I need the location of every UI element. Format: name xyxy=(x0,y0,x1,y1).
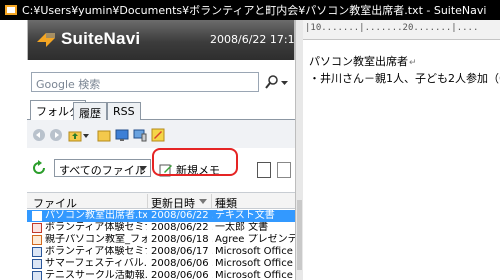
app-header: SuiteNavi 2008/6/22 17:15 xyxy=(27,20,295,60)
presentation-file-icon xyxy=(32,235,42,245)
tab-bar: フォルダ 履歴 RSS xyxy=(27,100,295,121)
file-row[interactable]: サマーフェスティバル... 2008/06/06 ... Microsoft O… xyxy=(27,258,295,270)
computer-icon[interactable] xyxy=(133,128,147,142)
app-icon xyxy=(5,5,17,15)
editor-pane[interactable]: |10.......|.......20.......|.... パソコン教室出… xyxy=(303,20,500,280)
forward-icon[interactable] xyxy=(49,128,63,142)
word-file-icon xyxy=(32,259,42,269)
chevron-down-icon xyxy=(281,80,288,85)
window-titlebar: C:¥Users¥yumin¥Documents¥ボランティアと町内会¥パソコン… xyxy=(0,0,500,20)
app-brand: SuiteNavi xyxy=(61,29,141,48)
file-row[interactable]: ボランティア体験セミナ... 2008/06/17 ... Microsoft … xyxy=(27,246,295,258)
word-file-icon xyxy=(32,271,42,280)
highlight-annotation xyxy=(152,148,238,176)
sort-down-icon xyxy=(199,199,207,204)
column-divider[interactable] xyxy=(211,194,212,208)
column-divider[interactable] xyxy=(147,194,148,208)
folder-icon[interactable] xyxy=(97,128,111,142)
view-details-icon[interactable] xyxy=(257,162,271,178)
scrollbar-thumb[interactable] xyxy=(297,200,302,270)
file-row[interactable]: テニスサークル活動報... 2008/06/06 ... Microsoft O… xyxy=(27,270,295,280)
file-list-header: ファイル 更新日時 種類 xyxy=(27,193,295,211)
suitenavi-logo-icon xyxy=(37,33,55,47)
chevron-down-icon xyxy=(139,166,147,171)
file-list: ファイル 更新日時 種類 パソコン教室出席者.txt 2008/06/22 ..… xyxy=(27,192,295,280)
column-header-file[interactable]: ファイル xyxy=(33,195,77,211)
column-header-modified[interactable]: 更新日時 xyxy=(151,195,195,211)
search-placeholder: Google 検索 xyxy=(36,78,101,91)
column-header-type[interactable]: 種類 xyxy=(215,195,237,211)
search-input[interactable]: Google 検索 xyxy=(31,72,259,92)
word-file-icon xyxy=(32,247,42,257)
editor-ruler: |10.......|.......20.......|.... xyxy=(303,20,500,40)
suitenavi-panel: SuiteNavi 2008/6/22 17:15 Google 検索 フォルダ… xyxy=(27,20,295,280)
back-icon[interactable] xyxy=(32,128,46,142)
return-mark: ↵ xyxy=(409,58,417,68)
refresh-icon[interactable] xyxy=(32,160,46,176)
editor-line[interactable]: ・井川さん－親1人、子ども2人参加（6/22TE xyxy=(309,70,500,86)
editor-line[interactable]: パソコン教室出席者↵ xyxy=(309,53,417,69)
chevron-down-icon[interactable] xyxy=(82,128,90,142)
ichitaro-file-icon xyxy=(32,223,42,233)
file-row[interactable]: 親子パソコン教室_フォ... 2008/06/18 ... Agree プレゼン… xyxy=(27,234,295,246)
window-title: C:¥Users¥yumin¥Documents¥ボランティアと町内会¥パソコン… xyxy=(22,4,487,17)
text-file-icon xyxy=(32,211,42,221)
favorite-icon[interactable] xyxy=(151,128,165,142)
view-preview-icon[interactable] xyxy=(277,162,291,178)
file-filter-select[interactable]: すべてのファイル xyxy=(54,159,151,177)
file-toolbar: すべてのファイル 新規メモ xyxy=(27,148,295,192)
tab-rss[interactable]: RSS xyxy=(107,102,141,120)
file-row[interactable]: パソコン教室出席者.txt 2008/06/22 ... テキスト文書 xyxy=(27,210,295,222)
vertical-scrollbar[interactable] xyxy=(295,20,303,280)
search-icon xyxy=(265,75,278,89)
search-button[interactable] xyxy=(264,72,292,92)
file-row[interactable]: ボランティア体験セミナ... 2008/06/22 ... 一太郎 文書 xyxy=(27,222,295,234)
desktop-icon[interactable] xyxy=(115,128,129,142)
up-folder-icon[interactable] xyxy=(68,128,82,142)
tab-history[interactable]: 履歴 xyxy=(73,102,107,120)
file-filter-value: すべてのファイル xyxy=(59,164,146,177)
header-datetime: 2008/6/22 17:15 xyxy=(210,33,295,46)
folder-toolbar xyxy=(27,120,295,148)
